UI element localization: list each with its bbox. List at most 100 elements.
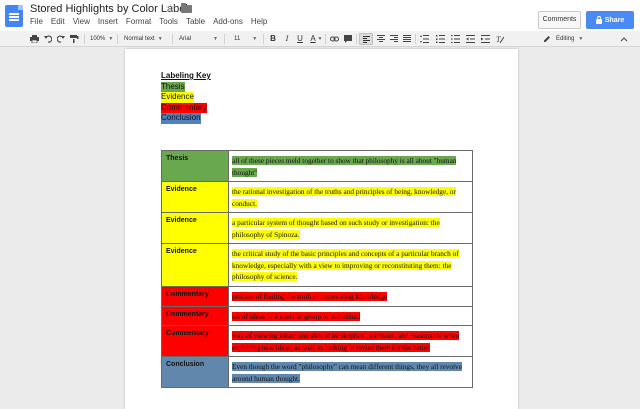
pencil-icon (544, 36, 550, 42)
labeling-key-title: Labeling Key (161, 71, 211, 80)
key-item-conclusion: Conclusion (161, 113, 201, 124)
toolbar-divider (84, 34, 85, 44)
align-left-icon (363, 36, 370, 43)
row-text-cell[interactable]: the critical study of the basic principl… (228, 243, 473, 287)
editing-mode-label: Editing (556, 36, 575, 42)
toolbar-divider (224, 34, 225, 44)
clear-formatting-icon[interactable]: T (496, 35, 504, 43)
bulleted-list-icon[interactable] (451, 35, 460, 43)
star-icon[interactable]: ☆ (165, 1, 176, 15)
comment-icon[interactable] (344, 35, 352, 43)
key-item-commentary: Commentary (161, 102, 207, 113)
row-text-cell[interactable]: a particular system of thought based on … (228, 212, 473, 244)
table-row: Commentary way of viewing ideas: one sho… (161, 325, 473, 357)
style-select[interactable]: Normal text ▼ (124, 33, 163, 45)
row-label-cell[interactable]: Evidence (161, 181, 229, 213)
highlighted-text: the rational investigation of the truths… (232, 187, 456, 208)
menu-help[interactable]: Help (251, 17, 267, 26)
paint-format-icon[interactable] (70, 35, 79, 43)
table-row: Evidence a particular system of thought … (161, 212, 473, 244)
document-page[interactable]: Labeling Key Thesis Evidence Commentary … (125, 49, 518, 409)
highlighted-text: the critical study of the basic principl… (232, 249, 459, 281)
text-color-button[interactable]: A (309, 31, 317, 47)
highlighted-text: set of ideas of a specific group or indi… (232, 311, 361, 321)
row-text-cell[interactable]: way of viewing ideas: one should be skep… (228, 325, 473, 357)
comments-button[interactable]: Comments (538, 11, 581, 29)
print-icon[interactable] (30, 35, 39, 43)
menu-tools[interactable]: Tools (159, 17, 178, 26)
table-row: Evidence the critical study of the basic… (161, 243, 473, 287)
highlighted-text: a particular system of thought based on … (232, 218, 440, 239)
highlighted-text: way of viewing ideas: one should be skep… (232, 331, 460, 352)
line-spacing-icon[interactable] (420, 35, 429, 43)
menu-view[interactable]: View (73, 17, 90, 26)
italic-button[interactable]: I (283, 31, 291, 47)
font-size-value: 11 (234, 36, 241, 42)
menu-file[interactable]: File (30, 17, 43, 26)
row-label-cell[interactable]: Commentary (161, 286, 229, 307)
style-value: Normal text (124, 36, 155, 42)
font-select[interactable]: Arial ▼ (179, 33, 218, 45)
menu-edit[interactable]: Edit (51, 17, 65, 26)
table-row: Commentary process of finding the truth … (161, 286, 473, 307)
docs-logo-icon[interactable] (5, 5, 23, 27)
key-item-evidence: Evidence (161, 92, 194, 103)
redo-icon[interactable] (57, 35, 65, 43)
highlighted-text: all of these pieces meld together to sho… (232, 156, 457, 177)
share-button[interactable]: Share (586, 11, 634, 29)
zoom-select[interactable]: 100% ▼ (90, 33, 113, 45)
menu-addons[interactable]: Add-ons (213, 17, 243, 26)
toolbar-divider (325, 34, 326, 44)
table-row: Thesis all of these pieces meld together… (161, 150, 473, 182)
title-bar: Stored Highlights by Color Label ☆ File … (0, 0, 640, 31)
decrease-indent-icon[interactable] (466, 35, 475, 43)
labeling-key: Labeling Key Thesis Evidence Commentary … (161, 71, 211, 124)
table-row: Conclusion Even though the word "philoso… (161, 356, 473, 388)
folder-icon[interactable] (181, 3, 192, 13)
menu-insert[interactable]: Insert (98, 17, 118, 26)
lock-icon (595, 15, 602, 24)
bold-button[interactable]: B (269, 31, 277, 47)
collapse-chevron-icon[interactable] (620, 36, 628, 42)
toolbar-divider (117, 34, 118, 44)
numbered-list-icon[interactable] (436, 35, 445, 43)
row-label-cell[interactable]: Conclusion (161, 356, 229, 388)
row-label-cell[interactable]: Evidence (161, 243, 229, 287)
menu-table[interactable]: Table (186, 17, 205, 26)
font-value: Arial (179, 36, 192, 42)
undo-icon[interactable] (44, 35, 52, 43)
menu-bar: File Edit View Insert Format Tools Table… (30, 17, 267, 26)
underline-button[interactable]: U (296, 31, 304, 47)
row-label-cell[interactable]: Thesis (161, 150, 229, 182)
row-text-cell[interactable]: Even though the word "philosophy" can me… (228, 356, 473, 388)
key-item-thesis: Thesis (161, 81, 185, 92)
share-label: Share (604, 16, 625, 24)
toolbar: 100% ▼ Normal text ▼ Arial ▼ 11 ▼ B I U A ▼ … (0, 31, 640, 47)
link-icon[interactable] (330, 35, 339, 43)
editing-mode-caret-icon: ▼ (578, 36, 584, 42)
toolbar-divider (356, 34, 357, 44)
highlighted-text: process of finding the truth or uncoveri… (232, 292, 388, 301)
row-text-cell[interactable]: set of ideas of a specific group or indi… (228, 305, 473, 326)
highlights-table: Thesis all of these pieces meld together… (161, 150, 473, 388)
align-left-button[interactable] (359, 33, 373, 45)
align-center-icon[interactable] (377, 35, 385, 43)
font-size-select[interactable]: 11 ▼ (234, 33, 257, 45)
toolbar-divider (415, 34, 416, 44)
highlighted-text: Even though the word "philosophy" can me… (232, 362, 462, 383)
table-row: Commentary set of ideas of a specific gr… (161, 305, 473, 326)
row-text-cell[interactable]: the rational investigation of the truths… (228, 181, 473, 213)
zoom-value: 100% (90, 36, 106, 42)
menu-format[interactable]: Format (126, 17, 151, 26)
row-text-cell[interactable]: all of these pieces meld together to sho… (228, 150, 473, 182)
align-justify-icon[interactable] (403, 35, 411, 43)
toolbar-divider (172, 34, 173, 44)
text-color-caret-icon[interactable]: ▼ (317, 31, 323, 47)
row-label-cell[interactable]: Commentary (161, 325, 229, 357)
row-text-cell[interactable]: process of finding the truth or uncoveri… (228, 286, 473, 307)
increase-indent-icon[interactable] (481, 35, 490, 43)
editing-mode-select[interactable]: Editing ▼ (556, 31, 583, 47)
align-right-icon[interactable] (390, 35, 398, 43)
row-label-cell[interactable]: Commentary (161, 305, 229, 326)
row-label-cell[interactable]: Evidence (161, 212, 229, 244)
